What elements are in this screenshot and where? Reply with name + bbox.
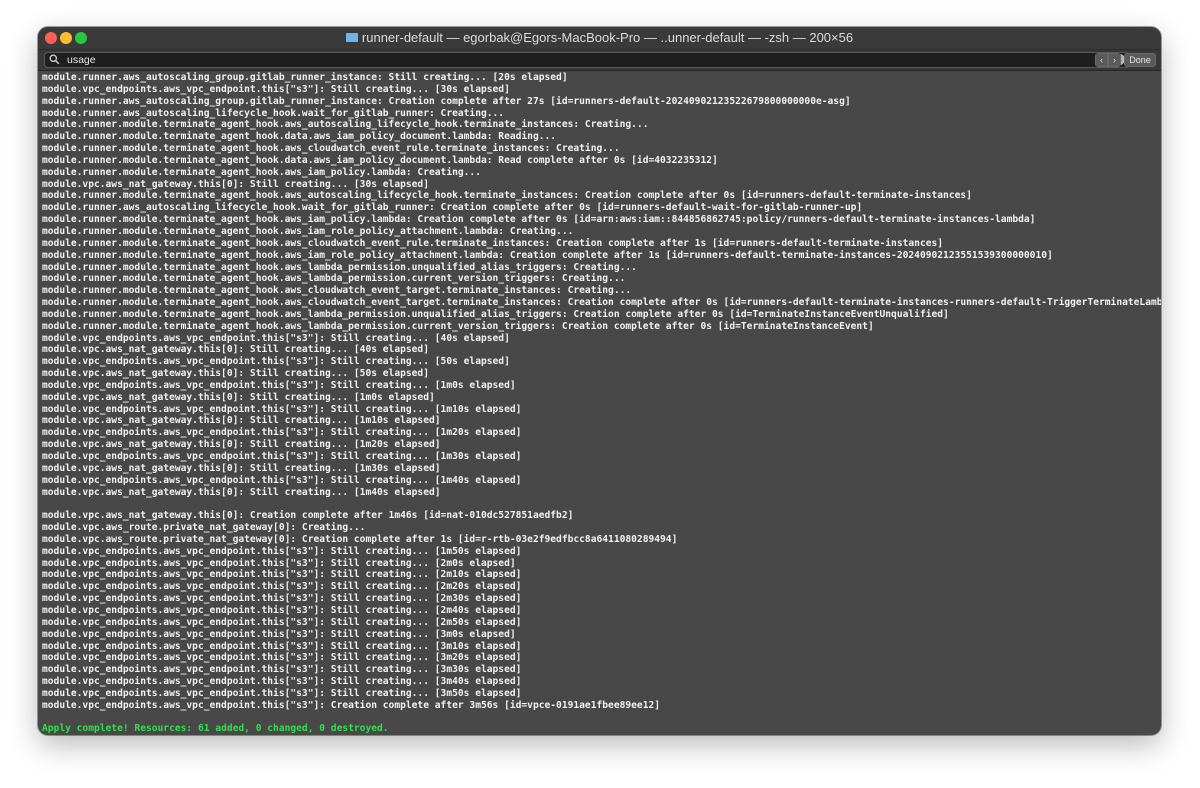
terminal-line: module.vpc.aws_nat_gateway.this[0]: Stil…: [42, 368, 429, 380]
terminal-line: module.vpc.aws_nat_gateway.this[0]: Stil…: [42, 439, 441, 451]
terminal-line: module.runner.aws_autoscaling_lifecycle_…: [42, 107, 505, 119]
terminal-line: module.vpc_endpoints.aws_vpc_endpoint.th…: [42, 379, 516, 391]
terminal-line: module.vpc_endpoints.aws_vpc_endpoint.th…: [42, 545, 522, 557]
terminal-line: module.runner.module.terminate_agent_hoo…: [42, 308, 949, 320]
terminal-line: module.vpc_endpoints.aws_vpc_endpoint.th…: [42, 616, 522, 628]
terminal-line: module.vpc.aws_nat_gateway.this[0]: Stil…: [42, 415, 441, 427]
terminal-line: module.runner.module.terminate_agent_hoo…: [42, 285, 632, 297]
terminal-line: module.vpc_endpoints.aws_vpc_endpoint.th…: [42, 593, 522, 605]
terminal-line: module.runner.aws_autoscaling_group.gitl…: [42, 72, 568, 83]
search-icon: [49, 54, 60, 65]
terminal-line: module.vpc.aws_nat_gateway.this[0]: Stil…: [42, 344, 429, 356]
terminal-line: module.runner.module.terminate_agent_hoo…: [42, 214, 1036, 226]
done-button[interactable]: Done: [1124, 53, 1156, 67]
terminal-line: module.vpc_endpoints.aws_vpc_endpoint.th…: [42, 687, 522, 699]
search-input-value: usage: [67, 54, 96, 66]
terminal-line: module.vpc_endpoints.aws_vpc_endpoint.th…: [42, 640, 522, 652]
terminal-line: module.runner.module.terminate_agent_hoo…: [42, 190, 972, 202]
terminal-line: module.vpc_endpoints.aws_vpc_endpoint.th…: [42, 356, 510, 368]
terminal-line: module.runner.module.terminate_agent_hoo…: [42, 297, 1161, 309]
terminal-line: module.runner.aws_autoscaling_group.gitl…: [42, 95, 851, 107]
terminal-line: module.runner.module.terminate_agent_hoo…: [42, 131, 557, 143]
terminal-line: module.runner.module.terminate_agent_hoo…: [42, 225, 574, 237]
terminal-line: module.vpc_endpoints.aws_vpc_endpoint.th…: [42, 332, 510, 344]
window-title: runner-default — egorbak@Egors-MacBook-P…: [361, 30, 854, 45]
terminal-line: module.vpc_endpoints.aws_vpc_endpoint.th…: [42, 83, 510, 95]
search-input[interactable]: usage ×: [44, 52, 1130, 68]
terminal-line: module.vpc_endpoints.aws_vpc_endpoint.th…: [42, 427, 522, 439]
terminal-line: module.runner.module.terminate_agent_hoo…: [42, 261, 637, 273]
terminal-line: module.runner.module.terminate_agent_hoo…: [42, 320, 874, 332]
terminal-line: module.vpc_endpoints.aws_vpc_endpoint.th…: [42, 403, 522, 415]
terminal-line: module.runner.aws_autoscaling_lifecycle_…: [42, 202, 863, 214]
terminal-line: module.runner.module.terminate_agent_hoo…: [42, 166, 481, 178]
folder-icon: [345, 33, 358, 42]
terminal-line: module.vpc_endpoints.aws_vpc_endpoint.th…: [42, 557, 516, 569]
find-previous-button[interactable]: ‹: [1095, 53, 1108, 67]
window-title-container: runner-default — egorbak@Egors-MacBook-P…: [38, 27, 1161, 49]
terminal-line: module.vpc_endpoints.aws_vpc_endpoint.th…: [42, 569, 522, 581]
terminal-line: module.runner.module.terminate_agent_hoo…: [42, 249, 1053, 261]
terminal-line: module.vpc_endpoints.aws_vpc_endpoint.th…: [42, 699, 661, 711]
terminal-line: module.runner.module.terminate_agent_hoo…: [42, 143, 620, 155]
terminal-line: module.vpc_endpoints.aws_vpc_endpoint.th…: [42, 664, 522, 676]
terminal-line: module.runner.module.terminate_agent_hoo…: [42, 237, 944, 249]
terminal-line: module.vpc.aws_nat_gateway.this[0]: Stil…: [42, 462, 441, 474]
terminal-line: module.runner.module.terminate_agent_hoo…: [42, 154, 718, 166]
terminal-window: runner-default — egorbak@Egors-MacBook-P…: [38, 27, 1161, 735]
find-next-button[interactable]: ›: [1108, 53, 1121, 67]
terminal-line: module.runner.module.terminate_agent_hoo…: [42, 119, 649, 131]
terminal-line: module.vpc.aws_route.private_nat_gateway…: [42, 522, 366, 534]
terminal-line: module.runner.module.terminate_agent_hoo…: [42, 273, 626, 285]
terminal-line: module.vpc_endpoints.aws_vpc_endpoint.th…: [42, 474, 522, 486]
terminal-line: module.vpc_endpoints.aws_vpc_endpoint.th…: [42, 652, 522, 664]
terminal-line: module.vpc_endpoints.aws_vpc_endpoint.th…: [42, 628, 516, 640]
terminal-line: module.vpc_endpoints.aws_vpc_endpoint.th…: [42, 604, 522, 616]
title-bar: runner-default — egorbak@Egors-MacBook-P…: [38, 27, 1161, 50]
terminal-line: module.vpc.aws_nat_gateway.this[0]: Crea…: [42, 510, 574, 522]
terminal-line: module.vpc.aws_nat_gateway.this[0]: Stil…: [42, 178, 429, 190]
terminal-line: module.vpc_endpoints.aws_vpc_endpoint.th…: [42, 676, 522, 688]
apply-complete-line: Apply complete! Resources: 61 added, 0 c…: [42, 723, 389, 735]
terminal-output[interactable]: module.runner.aws_autoscaling_group.gitl…: [42, 72, 1161, 735]
terminal-line: module.vpc_endpoints.aws_vpc_endpoint.th…: [42, 581, 522, 593]
find-bar: usage × ‹ › Done: [38, 50, 1161, 71]
terminal-line: module.vpc_endpoints.aws_vpc_endpoint.th…: [42, 451, 522, 462]
terminal-line: module.vpc.aws_nat_gateway.this[0]: Stil…: [42, 486, 441, 498]
terminal-line: module.vpc.aws_route.private_nat_gateway…: [42, 533, 678, 545]
terminal-line: module.vpc.aws_nat_gateway.this[0]: Stil…: [42, 391, 435, 403]
